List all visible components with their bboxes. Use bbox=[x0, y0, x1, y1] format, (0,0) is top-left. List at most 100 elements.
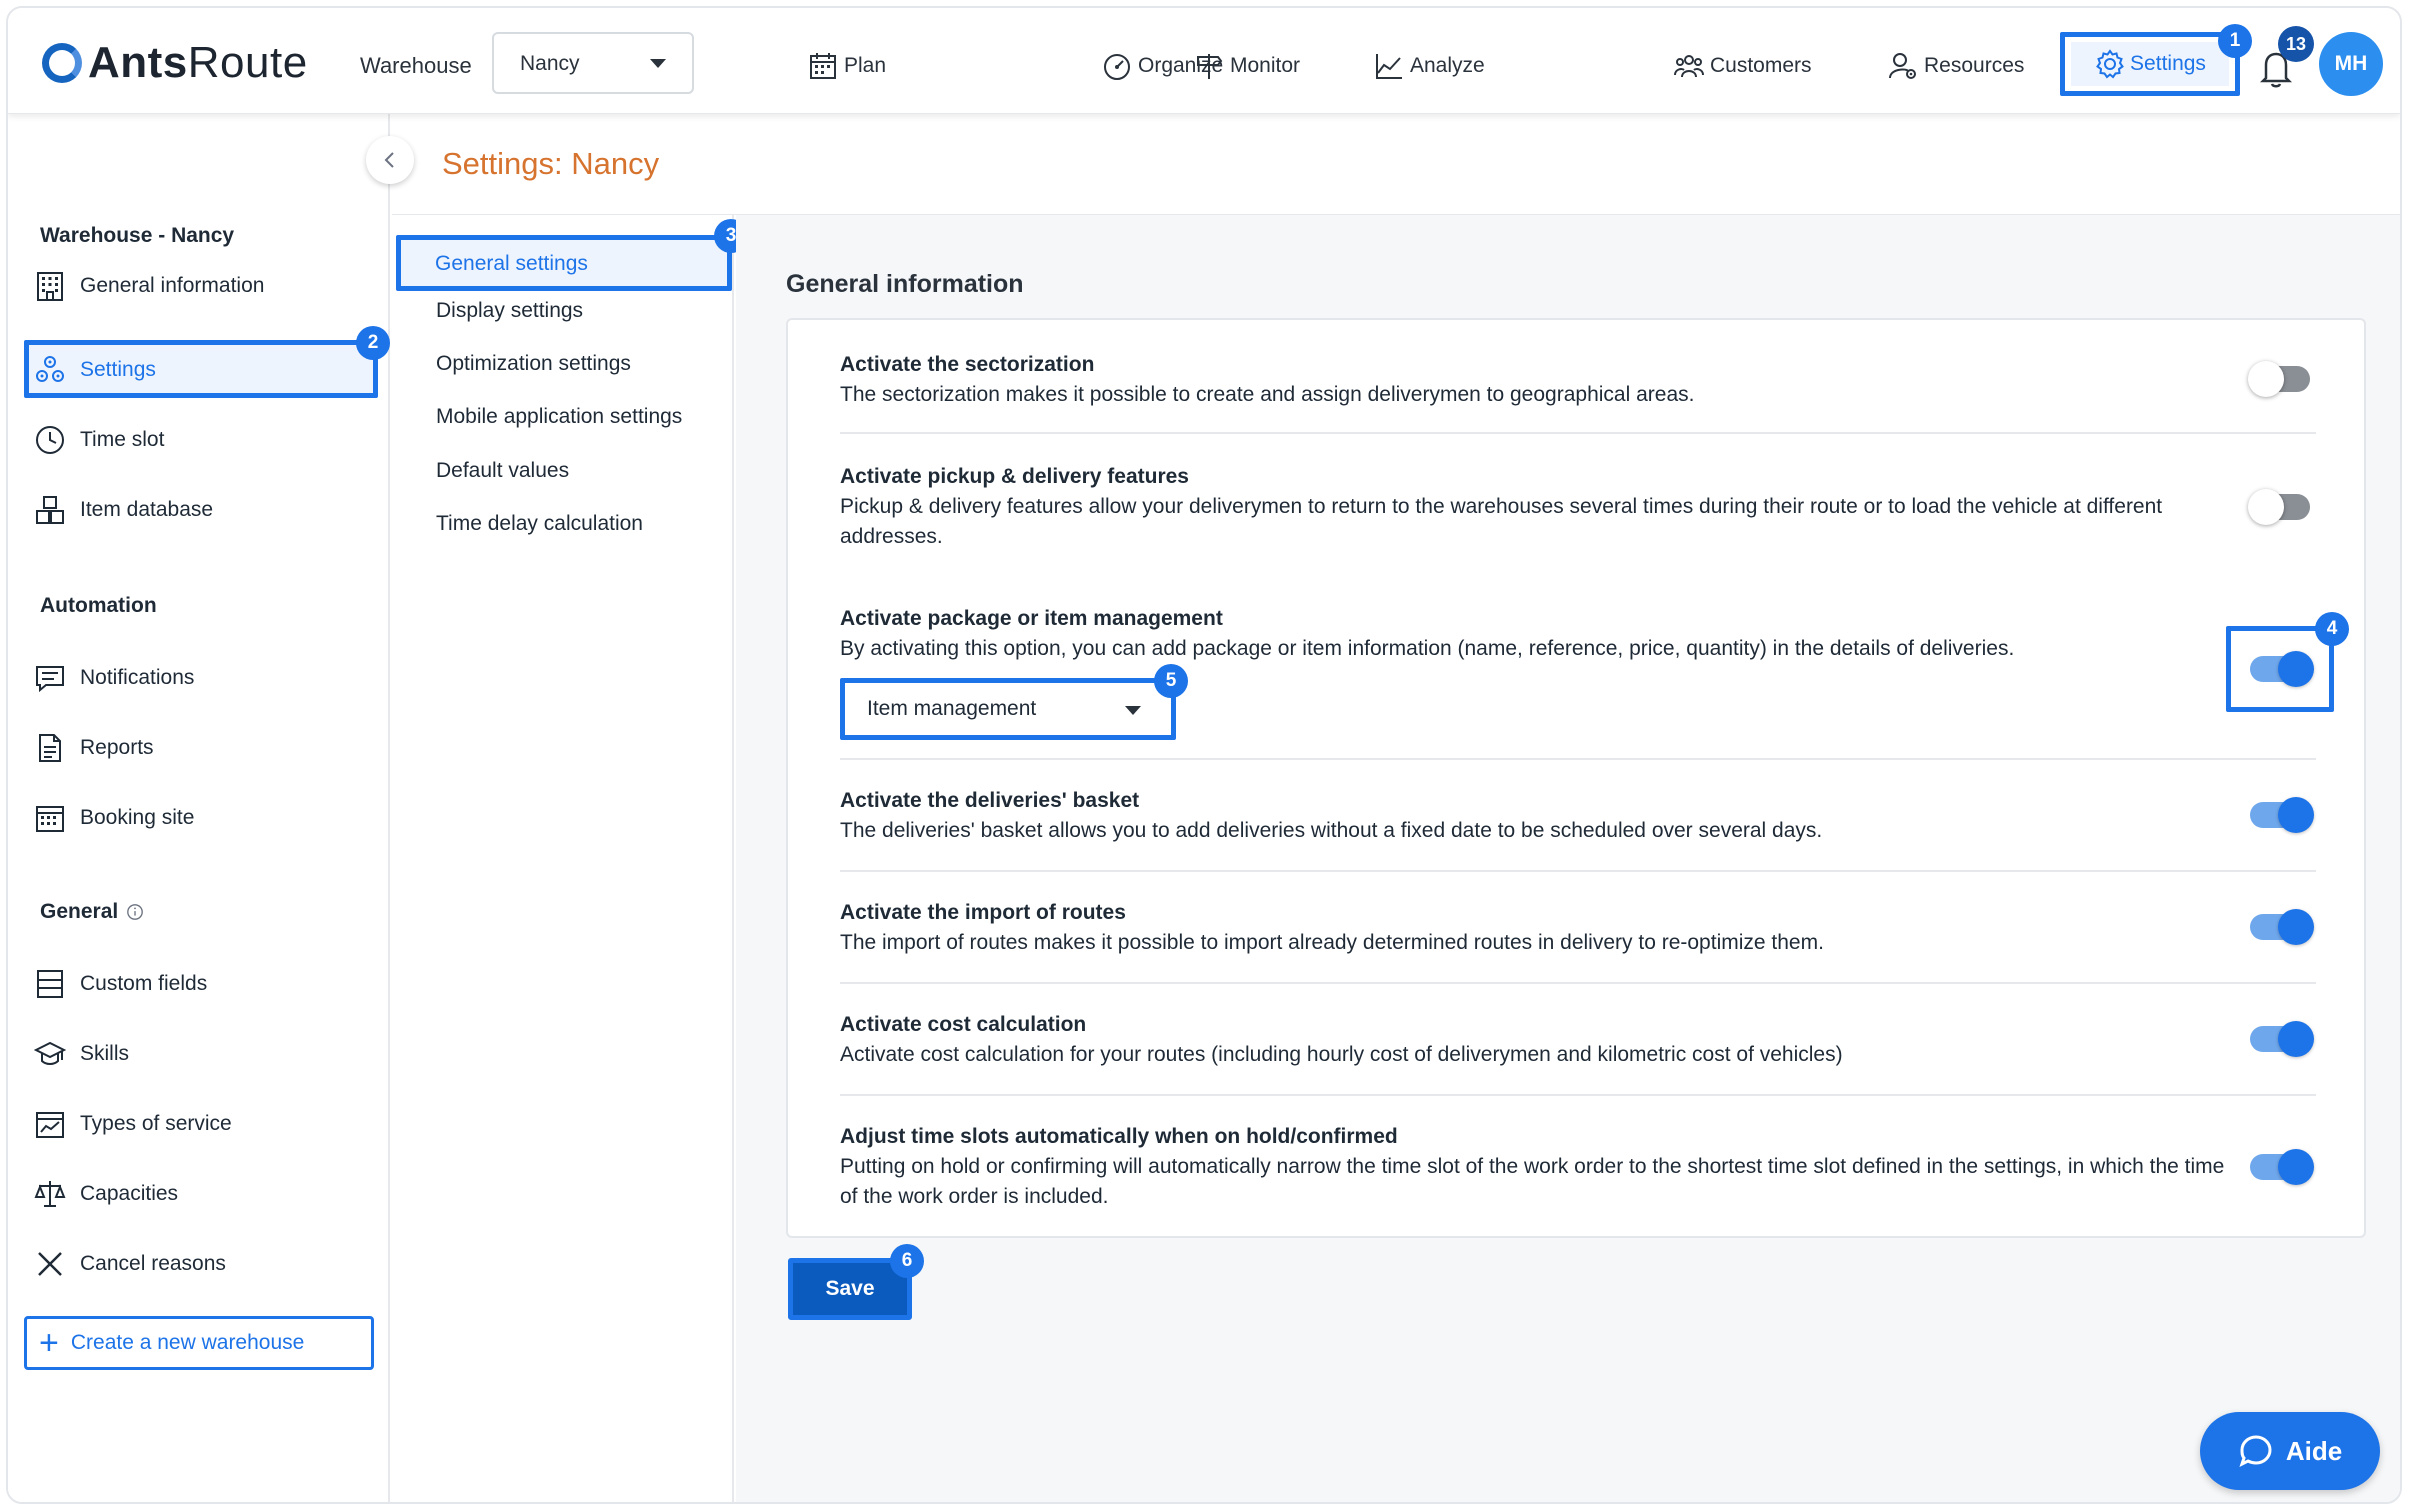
chevron-down-icon bbox=[1125, 706, 1141, 715]
nav-analyze[interactable]: Analyze bbox=[1374, 48, 1485, 84]
calendar-icon bbox=[810, 53, 836, 79]
sidebar-item-cancel-reasons[interactable]: Cancel reasons bbox=[34, 1242, 226, 1286]
subnav-item-display-settings[interactable]: Display settings bbox=[436, 299, 583, 323]
option-description: The sectorization makes it possible to c… bbox=[840, 383, 1695, 406]
annotation-badge-2: 2 bbox=[356, 326, 390, 360]
subnav-item-default-values[interactable]: Default values bbox=[436, 459, 569, 483]
help-button[interactable]: Aide bbox=[2200, 1412, 2380, 1490]
divider bbox=[840, 1094, 2316, 1096]
section-title: General information bbox=[786, 270, 1024, 298]
sidebar-item-label: Reports bbox=[80, 736, 154, 759]
sidebar-item-skills[interactable]: Skills bbox=[34, 1032, 129, 1076]
top-bar: AntsRoute Warehouse Nancy Plan Organize … bbox=[8, 8, 2400, 114]
management-type-select[interactable]: Item management bbox=[840, 678, 1176, 740]
toggle-deliveries-basket[interactable] bbox=[2250, 797, 2314, 833]
option-title: Activate pickup & delivery features bbox=[840, 465, 1189, 488]
sidebar-item-notifications[interactable]: Notifications bbox=[34, 656, 194, 700]
nav-settings-inner: Settings bbox=[2071, 42, 2229, 86]
nav-settings[interactable]: Settings bbox=[2060, 32, 2240, 96]
nav-plan-label: Plan bbox=[844, 54, 887, 77]
nav-monitor[interactable]: Monitor bbox=[1194, 48, 1300, 84]
option-title: Activate the deliveries' basket bbox=[840, 789, 1140, 812]
subnav-item-label: General settings bbox=[435, 252, 588, 275]
option-description: The import of routes makes it possible t… bbox=[840, 931, 1824, 954]
avatar[interactable]: MH bbox=[2319, 32, 2383, 96]
toggle-package-management[interactable] bbox=[2250, 651, 2314, 687]
toggle-sectorization[interactable] bbox=[2248, 361, 2310, 397]
antsroute-logo[interactable]: AntsRoute bbox=[42, 38, 308, 88]
sidebar-item-item-database[interactable]: Item database bbox=[34, 488, 213, 532]
nav-customers-label: Customers bbox=[1710, 54, 1812, 77]
subnav-item-optimization-settings[interactable]: Optimization settings bbox=[436, 352, 631, 376]
option-title: Adjust time slots automatically when on … bbox=[840, 1125, 1398, 1148]
option-cost-calculation: Activate cost calculation Activate cost … bbox=[840, 1010, 2240, 1070]
graduation-cap-icon bbox=[34, 1041, 66, 1065]
sidebar-item-label: Notifications bbox=[80, 666, 195, 689]
nav-resources[interactable]: Resources bbox=[1888, 48, 2024, 84]
toggle-knob bbox=[2248, 489, 2284, 525]
subnav-item-general-settings[interactable]: General settings bbox=[396, 235, 732, 291]
option-adjust-time-slots: Adjust time slots automatically when on … bbox=[840, 1122, 2230, 1212]
toggle-adjust-time-slots[interactable] bbox=[2250, 1149, 2314, 1185]
sidebar-item-label: Cancel reasons bbox=[80, 1252, 226, 1275]
sidebar-item-reports[interactable]: Reports bbox=[34, 726, 154, 770]
option-description: Putting on hold or confirming will autom… bbox=[840, 1155, 2225, 1208]
signpost-icon bbox=[1197, 54, 1223, 79]
option-description: By activating this option, you can add p… bbox=[840, 637, 2015, 660]
sidebar-item-general-information[interactable]: General information bbox=[34, 264, 264, 308]
warehouse-label: Warehouse bbox=[360, 53, 472, 78]
calendar-chart-icon bbox=[36, 1112, 64, 1138]
sidebar-item-custom-fields[interactable]: Custom fields bbox=[34, 962, 207, 1006]
chevron-left-icon bbox=[384, 152, 394, 168]
create-warehouse-button[interactable]: + Create a new warehouse bbox=[24, 1316, 374, 1370]
nav-plan[interactable]: Plan bbox=[808, 48, 886, 84]
clock-icon bbox=[36, 426, 64, 454]
page-title: Settings: Nancy bbox=[442, 146, 660, 181]
annotation-badge-6: 6 bbox=[890, 1244, 924, 1278]
annotation-badge-1: 1 bbox=[2218, 24, 2252, 58]
sidebar-item-booking-site[interactable]: Booking site bbox=[34, 796, 194, 840]
toggle-cost-calculation[interactable] bbox=[2250, 1021, 2314, 1057]
sidebar-section-warehouse: Warehouse - Nancy bbox=[40, 224, 235, 247]
create-warehouse-label: Create a new warehouse bbox=[70, 1331, 305, 1354]
annotation-badge-4: 4 bbox=[2315, 612, 2349, 646]
sidebar-item-time-slot[interactable]: Time slot bbox=[34, 418, 164, 462]
sidebar-item-capacities[interactable]: Capacities bbox=[34, 1172, 178, 1216]
sidebar-section-general-label: General bbox=[40, 900, 119, 923]
building-icon bbox=[37, 272, 63, 301]
subnav-item-mobile-application-settings[interactable]: Mobile application settings bbox=[436, 405, 682, 429]
option-pickup-delivery: Activate pickup & delivery features Pick… bbox=[840, 462, 2240, 552]
chevron-down-icon bbox=[650, 59, 666, 68]
logo-text: AntsRoute bbox=[88, 38, 308, 87]
option-import-routes: Activate the import of routes The import… bbox=[840, 898, 2240, 958]
toggle-knob bbox=[2278, 797, 2314, 833]
nav-settings-label: Settings bbox=[2130, 52, 2206, 75]
divider bbox=[840, 432, 2316, 434]
plus-icon: + bbox=[39, 1324, 59, 1362]
sidebar-item-label: Custom fields bbox=[80, 972, 208, 995]
option-description: Pickup & delivery features allow your de… bbox=[840, 495, 2163, 548]
toggle-pickup-delivery[interactable] bbox=[2248, 489, 2310, 525]
info-icon[interactable] bbox=[126, 903, 144, 921]
option-package-management: Activate package or item management By a… bbox=[840, 604, 2240, 664]
sidebar-item-label: Item database bbox=[80, 498, 214, 521]
sidebar-section-general: General bbox=[40, 900, 144, 924]
option-title: Activate cost calculation bbox=[840, 1013, 1087, 1036]
sidebar-item-settings-content[interactable]: Settings bbox=[34, 348, 156, 392]
toggle-knob bbox=[2278, 651, 2314, 687]
subnav-item-time-delay-calculation[interactable]: Time delay calculation bbox=[436, 512, 643, 536]
sidebar-item-types-of-service[interactable]: Types of service bbox=[34, 1102, 232, 1146]
nav-resources-label: Resources bbox=[1924, 54, 2025, 77]
option-deliveries-basket: Activate the deliveries' basket The deli… bbox=[840, 786, 2240, 846]
settings-subnav: General settings 3 Display settings Opti… bbox=[392, 215, 748, 1502]
collapse-sidebar-button[interactable] bbox=[366, 136, 414, 184]
toggle-import-routes[interactable] bbox=[2250, 909, 2314, 945]
sidebar-item-label: General information bbox=[80, 274, 265, 297]
document-icon bbox=[39, 734, 61, 762]
sidebar-item-label: Capacities bbox=[80, 1182, 179, 1205]
sidebar-item-label: Types of service bbox=[80, 1112, 232, 1135]
nav-customers[interactable]: Customers bbox=[1674, 48, 1812, 84]
divider bbox=[840, 758, 2316, 760]
option-description: The deliveries' basket allows you to add… bbox=[840, 819, 1823, 842]
warehouse-select[interactable]: Nancy bbox=[492, 32, 694, 94]
